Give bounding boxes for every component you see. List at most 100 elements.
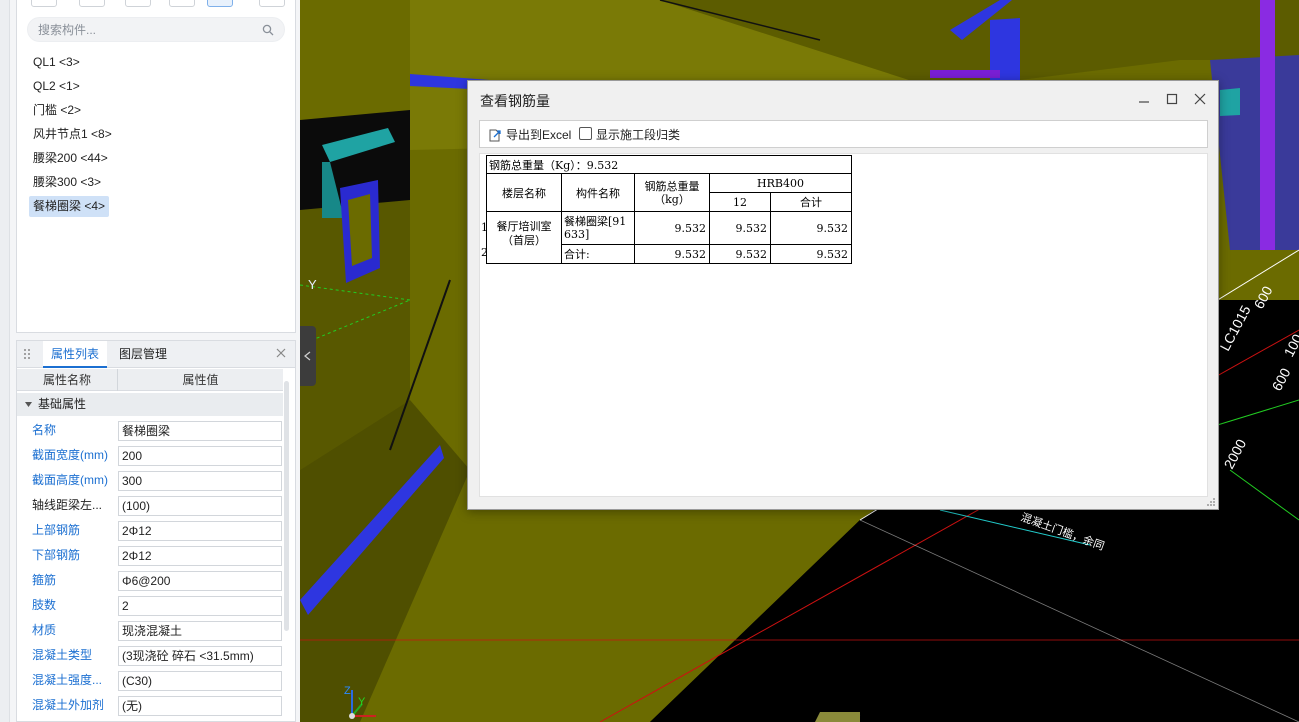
chevron-down-icon [25,402,32,407]
dialog-toolbar: 导出到Excel 显示施工段归类 [479,120,1208,148]
property-row: 材质 现浇混凝土 [17,618,283,643]
property-name: 材质 [32,623,57,637]
property-name: 混凝土类型 [32,648,93,662]
property-row: 轴线距梁左... (100) [17,493,283,518]
property-value-field[interactable]: 300 [118,471,282,491]
left-sidebar: QL1 <3> QL2 <1> 门槛 <2> 风井节点1 <8> 腰梁200 <… [0,0,300,722]
cell-sum: 9.532 [770,211,852,245]
property-row: 名称 餐梯圈梁 [17,418,283,443]
property-name: 截面宽度(mm) [32,448,108,462]
cell-floor-line2: （首层） [502,234,546,247]
component-tree-panel: QL1 <3> QL2 <1> 门槛 <2> 风井节点1 <8> 腰梁200 <… [16,0,296,333]
property-value-field[interactable]: 200 [118,446,282,466]
close-icon[interactable] [1193,92,1207,106]
cell-dia12: 9.532 [709,211,771,245]
cell-component: 合计: [561,244,635,264]
layer-copy-button[interactable] [169,0,195,7]
total-weight-cell: 钢筋总重量（Kg）：9.532 [486,155,852,174]
cell-dia12: 9.532 [709,244,771,264]
search-icon[interactable] [262,24,274,36]
tree-item-waist-beam-200[interactable]: 腰梁200 <44> [29,148,112,169]
tree-item-elevator-ring-beam[interactable]: 餐梯圈梁 <4> [29,196,110,217]
property-value-field[interactable]: Φ6@200 [118,571,282,591]
property-value-field[interactable]: (无) [118,696,282,716]
property-name: 截面高度(mm) [32,473,108,487]
more-button[interactable] [259,0,285,7]
sidebar-collapse-button[interactable] [300,326,316,386]
header-total-weight-line2: （kg） [654,192,690,206]
rebar-quantity-table: 钢筋总重量（Kg）：9.532 楼层名称 构件名称 钢筋总重量 （kg） HRB… [486,155,852,264]
property-value-field[interactable]: 2Φ12 [118,521,282,541]
cell-total: 9.532 [634,244,710,264]
drag-handle-icon[interactable] [23,348,31,360]
property-value-field[interactable]: (C30) [118,671,282,691]
axis-label-y2: Y [358,696,366,708]
minimize-icon[interactable] [1137,92,1151,106]
new-component-button[interactable] [31,0,57,7]
tab-layer-management[interactable]: 图层管理 [111,341,175,368]
property-row: 上部钢筋 2Φ12 [17,518,283,543]
property-group-basic[interactable]: 基础属性 [17,393,283,416]
show-phase-checkbox[interactable] [579,127,592,140]
rebar-quantity-dialog: 查看钢筋量 导出到Excel 显示施工段归类 1 2 钢筋总重量（Kg）：9.5… [467,80,1219,510]
property-value-field[interactable]: 现浇混凝土 [118,621,282,641]
property-name: 下部钢筋 [32,548,81,562]
cell-component: 餐梯圈梁[91 633] [561,211,635,245]
property-row: 下部钢筋 2Φ12 [17,543,283,568]
header-diameter: 12 [709,192,771,212]
purple-column [1260,0,1275,250]
property-name: 混凝土强度... [32,673,103,687]
cell-total: 9.532 [634,211,710,245]
maximize-icon[interactable] [1165,92,1179,106]
export-icon [489,129,501,142]
property-name: 名称 [32,423,57,437]
tree-item-ql1[interactable]: QL1 <3> [29,52,84,73]
properties-scrollbar[interactable] [284,381,289,631]
component-search-box [27,17,285,42]
property-value-field[interactable]: 餐梯圈梁 [118,421,282,441]
header-sum: 合计 [770,192,852,212]
properties-panel: 属性列表 图层管理 属性名称 属性值 基础属性 名称 餐梯圈梁 截面宽度(mm)… [16,340,296,722]
cell-component-line1: 餐梯圈梁[91 [564,215,627,228]
tab-property-list[interactable]: 属性列表 [43,341,108,368]
sidebar-edge-strip [0,0,10,722]
show-phase-label: 显示施工段归类 [596,128,681,142]
properties-header: 属性名称 属性值 [17,369,283,391]
dialog-title: 查看钢筋量 [480,93,550,109]
resize-grip-icon[interactable] [1206,497,1216,507]
axis-label-y: Y [308,277,317,292]
property-name: 上部钢筋 [32,523,81,537]
property-row: 肢数 2 [17,593,283,618]
component-search-input[interactable] [38,22,258,38]
header-floor: 楼层名称 [486,173,562,212]
header-grade: HRB400 [709,173,852,193]
property-value-field[interactable]: 2 [118,596,282,616]
column-header-name: 属性名称 [17,369,118,391]
property-value-field[interactable]: 2Φ12 [118,546,282,566]
cell-floor-line1: 餐厅培训室 [496,220,552,233]
tree-item-shaft-node[interactable]: 风井节点1 <8> [29,124,116,145]
table-row: 餐厅培训室 （首层） 餐梯圈梁[91 633] 9.532 9.532 9.53… [486,211,852,264]
tree-item-ql2[interactable]: QL2 <1> [29,76,84,97]
property-row: 混凝土强度... (C30) [17,668,283,693]
header-total-weight: 钢筋总重量 （kg） [634,173,710,212]
header-component: 构件名称 [561,173,635,212]
property-value-field[interactable]: (3现浇砼 碎石 <31.5mm) [118,646,282,666]
properties-tab-bar: 属性列表 图层管理 [17,341,295,368]
close-icon[interactable] [275,347,287,359]
tree-item-waist-beam-300[interactable]: 腰梁300 <3> [29,172,105,193]
cell-sum: 9.532 [770,244,852,264]
list-view-button[interactable] [207,0,233,7]
export-excel-label: 导出到Excel [506,128,572,142]
column-header-value: 属性值 [182,373,219,387]
tree-item-threshold[interactable]: 门槛 <2> [29,100,85,121]
report-area: 1 2 钢筋总重量（Kg）：9.532 楼层名称 构件名称 钢筋总重量 （kg）… [479,153,1208,497]
property-name: 混凝土外加剂 [32,698,105,712]
export-excel-button[interactable]: 导出到Excel [486,126,571,144]
copy-component-button[interactable] [79,0,105,7]
delete-component-button[interactable] [125,0,151,7]
property-row: 截面高度(mm) 300 [17,468,283,493]
property-value-field[interactable]: (100) [118,496,282,516]
header-total-weight-line1: 钢筋总重量 [644,179,700,193]
property-row: 箍筋 Φ6@200 [17,568,283,593]
